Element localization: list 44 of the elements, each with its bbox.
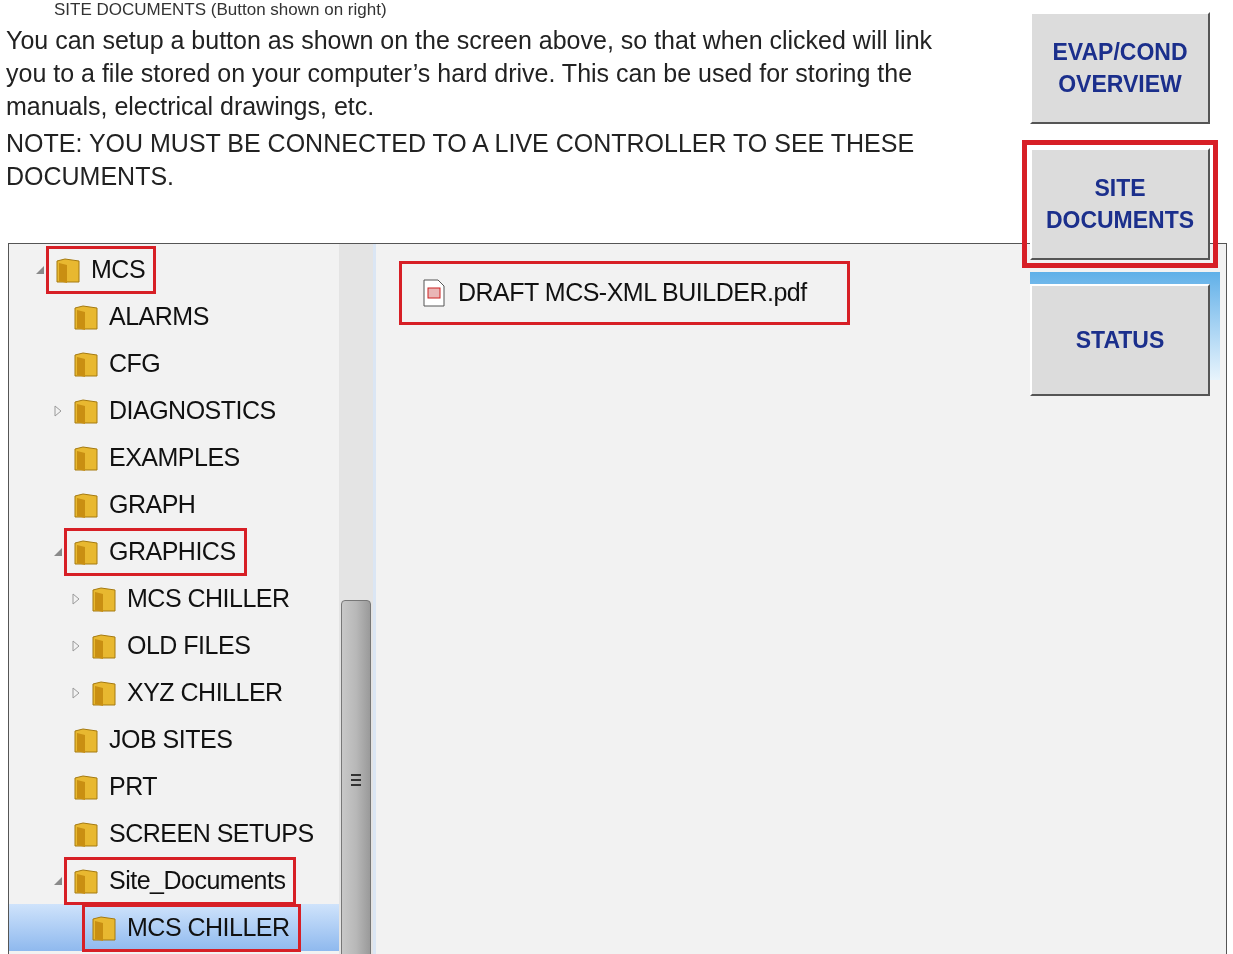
file-name: DRAFT MCS-XML BUILDER.pdf [458,277,807,309]
pdf-file-icon [422,279,446,307]
scrollbar-thumb[interactable] [341,600,371,954]
paragraph: You can setup a button as shown on the screen above, so that when clicked will link you to a file stored on your computer’s hard drive. This can be used for storing the manuals, electrical drawings, etc. [6,25,934,122]
folder-label: EXAMPLES [109,441,240,473]
grip-icon [350,773,362,787]
collapsed-triangle-icon[interactable] [52,404,64,417]
folder-label: MCS CHILLER [127,911,290,943]
folder-label: ALARMS [109,300,209,332]
file-item[interactable]: DRAFT MCS-XML BUILDER.pdf [402,264,847,322]
folder-label: CFG [109,347,161,379]
tree-item[interactable]: GRAPH [67,483,204,526]
folder-label: GRAPHICS [109,535,236,567]
tree-item[interactable]: MCS CHILLER [85,577,298,620]
folder-label: MCS CHILLER [127,582,290,614]
folder-label: Site_Documents [109,864,286,896]
tree-item[interactable]: ALARMS [67,295,217,338]
folder-label: DIAGNOSTICS [109,394,276,426]
tree-item[interactable]: MCS [49,248,154,291]
tree-item[interactable]: EXAMPLES [67,436,248,479]
folder-label: XYZ CHILLER [127,676,283,708]
folder-label: PRT [109,770,158,802]
side-button[interactable]: SITE DOCUMENTS [1030,148,1210,260]
tree-item[interactable]: JOB SITES [67,718,241,761]
tree-item[interactable]: DIAGNOSTICS [67,389,284,432]
folder-label: MCS [91,253,146,285]
tree-item[interactable]: GRAPHICS [67,530,244,573]
collapsed-triangle-icon[interactable] [70,686,82,699]
folder-label: OLD FILES [127,629,251,661]
tree-item[interactable]: Site_Documents [67,859,294,902]
side-button[interactable]: STATUS [1030,284,1210,396]
section-heading: SITE DOCUMENTS (Button shown on right) [53,0,387,20]
tree-item[interactable]: OLD FILES [85,624,259,667]
folder-label: JOB SITES [109,723,233,755]
folder-label: GRAPH [109,488,196,520]
tree-item[interactable]: XYZ CHILLER [85,671,291,714]
collapsed-triangle-icon[interactable] [70,592,82,605]
tree-item[interactable]: PRT [67,765,166,808]
side-button[interactable]: EVAP/COND OVERVIEW [1030,12,1210,124]
tree-item[interactable]: CFG [67,342,169,385]
folder-label: SCREEN SETUPS [109,817,314,849]
tree-item[interactable]: SCREEN SETUPS [67,812,322,855]
collapsed-triangle-icon[interactable] [70,639,82,652]
paragraph: NOTE: YOU MUST BE CONNECTED TO A LIVE CONTROLLER TO SEE THESE DOCUMENTS. [6,128,916,192]
